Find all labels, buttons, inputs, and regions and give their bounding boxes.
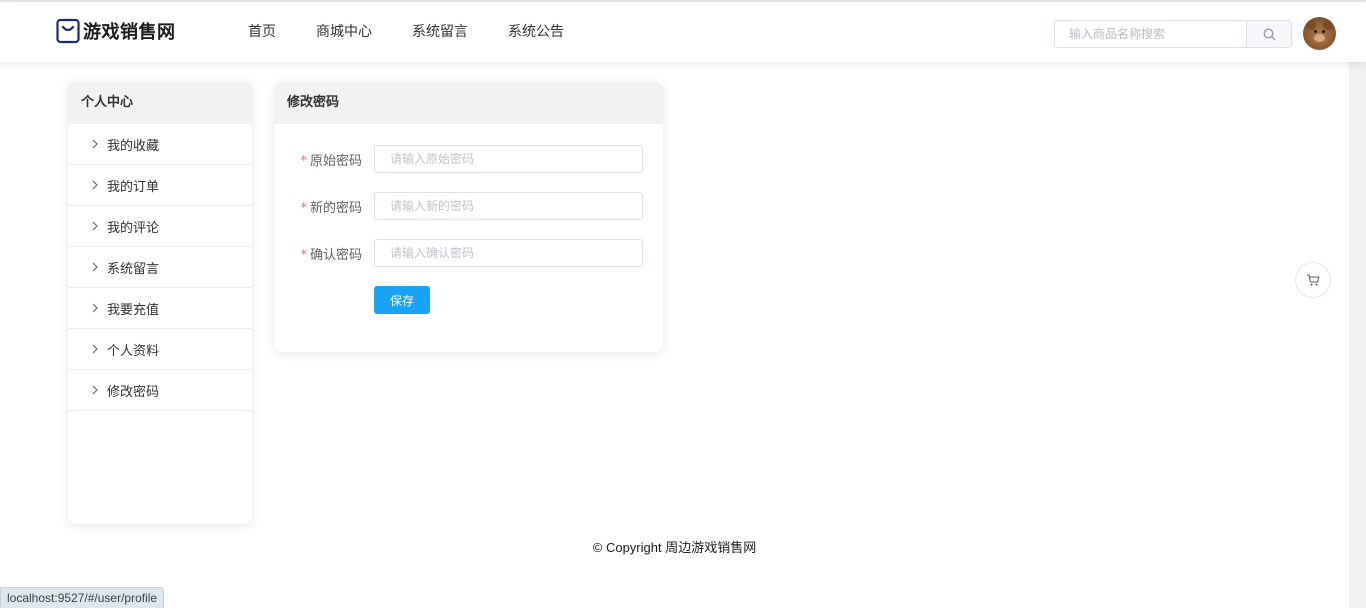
site-logo[interactable]: 游戏销售网 bbox=[56, 18, 176, 44]
required-mark: * bbox=[300, 153, 307, 169]
old-password-label: * 原始密码 bbox=[300, 153, 362, 169]
floating-cart-button[interactable] bbox=[1295, 262, 1331, 298]
chevron-right-icon bbox=[92, 344, 98, 354]
nav-item-mall[interactable]: 商城中心 bbox=[316, 22, 372, 42]
avatar-snout bbox=[1314, 34, 1325, 42]
sidebar-item-label: 我要充值 bbox=[107, 302, 160, 318]
sidebar-item-messages[interactable]: 系统留言 bbox=[68, 247, 252, 288]
chevron-right-icon bbox=[92, 303, 98, 313]
avatar-ear-right bbox=[1323, 20, 1333, 30]
chevron-right-icon bbox=[92, 139, 98, 149]
form-row-old-password: * 原始密码 bbox=[274, 145, 643, 173]
avatar-eye-left bbox=[1314, 30, 1317, 33]
required-mark: * bbox=[300, 247, 307, 263]
search-icon bbox=[1263, 28, 1275, 40]
avatar-eye-right bbox=[1322, 30, 1325, 33]
search-input[interactable] bbox=[1055, 21, 1246, 47]
old-password-input[interactable] bbox=[374, 145, 643, 173]
new-password-input[interactable] bbox=[374, 192, 643, 220]
search-button[interactable] bbox=[1246, 21, 1291, 47]
sidebar-item-comments[interactable]: 我的评论 bbox=[68, 206, 252, 247]
sidebar-item-label: 个人资料 bbox=[107, 343, 160, 359]
sidebar-item-label: 我的评论 bbox=[107, 220, 160, 236]
new-password-label: * 新的密码 bbox=[300, 200, 362, 216]
chevron-right-icon bbox=[92, 262, 98, 272]
sidebar-item-label: 系统留言 bbox=[107, 261, 160, 277]
required-mark: * bbox=[300, 200, 307, 216]
chevron-right-icon bbox=[92, 180, 98, 190]
nav-item-messages[interactable]: 系统留言 bbox=[412, 22, 468, 42]
user-center-sidebar: 个人中心 我的收藏 我的订单 我的评论 系统留言 我要充值 个人资料 修改密码 bbox=[68, 82, 252, 524]
form-row-confirm-password: * 确认密码 bbox=[274, 239, 643, 267]
confirm-password-label: * 确认密码 bbox=[300, 247, 362, 263]
confirm-password-input[interactable] bbox=[374, 239, 643, 267]
nav-item-announcements[interactable]: 系统公告 bbox=[508, 22, 564, 42]
search-box bbox=[1054, 20, 1292, 48]
chevron-right-icon bbox=[92, 385, 98, 395]
sidebar-item-favorites[interactable]: 我的收藏 bbox=[68, 124, 252, 165]
sidebar-item-orders[interactable]: 我的订单 bbox=[68, 165, 252, 206]
page-scrollbar[interactable] bbox=[1349, 62, 1366, 608]
cart-icon bbox=[1307, 274, 1320, 286]
sidebar-item-label: 我的订单 bbox=[107, 179, 160, 195]
save-button[interactable]: 保存 bbox=[374, 286, 430, 314]
card-title: 修改密码 bbox=[274, 82, 663, 124]
nav-item-home[interactable]: 首页 bbox=[248, 22, 276, 42]
browser-status-url: localhost:9527/#/user/profile bbox=[0, 587, 165, 608]
footer-copyright: © Copyright 周边游戏销售网 bbox=[592, 540, 757, 555]
form-row-new-password: * 新的密码 bbox=[274, 192, 643, 220]
site-name: 游戏销售网 bbox=[83, 22, 176, 43]
change-password-card: 修改密码 * 原始密码 * 新的密码 * 确认密码 保存 bbox=[274, 82, 663, 352]
shopping-bag-icon bbox=[56, 18, 80, 44]
main-nav: 首页 商城中心 系统留言 系统公告 bbox=[248, 22, 604, 42]
sidebar-item-profile[interactable]: 个人资料 bbox=[68, 329, 252, 370]
top-header: 游戏销售网 首页 商城中心 系统留言 系统公告 bbox=[0, 2, 1366, 62]
avatar-ear-left bbox=[1306, 20, 1316, 30]
user-avatar[interactable] bbox=[1303, 17, 1336, 50]
sidebar-item-recharge[interactable]: 我要充值 bbox=[68, 288, 252, 329]
sidebar-title: 个人中心 bbox=[68, 82, 252, 124]
sidebar-item-label: 我的收藏 bbox=[107, 138, 160, 154]
sidebar-item-label: 修改密码 bbox=[107, 384, 160, 400]
chevron-right-icon bbox=[92, 221, 98, 231]
sidebar-item-change-password[interactable]: 修改密码 bbox=[68, 370, 252, 411]
